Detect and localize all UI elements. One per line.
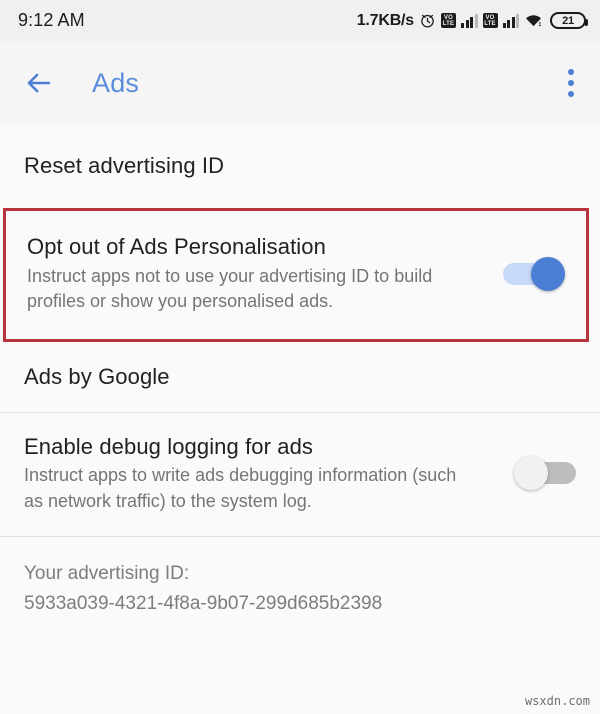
- advertising-id-value: 5933a039-4321-4f8a-9b07-299d685b2398: [24, 592, 383, 614]
- signal-strength-sim1-icon: [461, 13, 478, 28]
- setting-opt-out-ads-personalisation[interactable]: Opt out of Ads Personalisation Instruct …: [27, 233, 565, 315]
- settings-list: Reset advertising ID Opt out of Ads Pers…: [0, 125, 600, 639]
- volte-sim1-bottom: LTE: [442, 20, 455, 27]
- overflow-menu-icon[interactable]: [562, 61, 580, 105]
- battery-icon: 21: [550, 12, 588, 29]
- volte-sim1-icon: VO LTE: [441, 13, 456, 28]
- alarm-clock-icon: [421, 14, 434, 28]
- setting-text-block: Ads by Google: [24, 363, 576, 391]
- watermark: wsxdn.com: [524, 694, 590, 708]
- setting-text-block: Enable debug logging for ads Instruct ap…: [24, 433, 496, 515]
- setting-enable-debug-logging[interactable]: Enable debug logging for ads Instruct ap…: [0, 412, 600, 537]
- setting-summary: Instruct apps not to use your advertisin…: [27, 265, 433, 312]
- page-title: Ads: [92, 67, 140, 98]
- setting-text-block: Opt out of Ads Personalisation Instruct …: [27, 233, 485, 315]
- setting-summary: Instruct apps to write ads debugging inf…: [24, 465, 457, 511]
- advertising-id-label: Your advertising ID:: [24, 563, 190, 585]
- toggle-opt-out-ads-personalisation[interactable]: [503, 256, 565, 291]
- setting-ads-by-google[interactable]: Ads by Google: [0, 341, 600, 412]
- advertising-id-block: Your advertising ID: 5933a039-4321-4f8a-…: [0, 537, 600, 639]
- highlight-box-opt-out: Opt out of Ads Personalisation Instruct …: [3, 208, 589, 342]
- network-speed-indicator: 1.7KB/s: [356, 11, 414, 29]
- wifi-icon: [526, 15, 541, 27]
- app-bar: Ads: [0, 41, 600, 131]
- signal-strength-sim2-icon: [502, 13, 519, 28]
- toggle-enable-debug-logging[interactable]: [514, 456, 576, 491]
- setting-title: Opt out of Ads Personalisation: [27, 234, 326, 259]
- volte-sim2-bottom: LTE: [484, 20, 496, 27]
- setting-reset-advertising-id[interactable]: Reset advertising ID: [0, 125, 600, 207]
- setting-title: Enable debug logging for ads: [24, 433, 314, 459]
- battery-level-label: 21: [562, 14, 574, 27]
- status-icons: 1.7KB/s VO LTE VO LTE 21: [356, 11, 588, 30]
- status-clock: 9:12 AM: [18, 10, 85, 30]
- setting-text-block: Your advertising ID: 5933a039-4321-4f8a-…: [24, 559, 576, 618]
- toggle-thumb: [514, 456, 548, 491]
- back-arrow-icon[interactable]: [24, 68, 54, 98]
- setting-title: Reset advertising ID: [24, 153, 225, 179]
- volte-sim2-icon: VO LTE: [482, 13, 498, 28]
- setting-title: Ads by Google: [24, 363, 170, 389]
- status-bar: 9:12 AM 1.7KB/s VO LTE VO LTE 21: [0, 0, 600, 41]
- setting-text-block: Reset advertising ID: [24, 152, 576, 180]
- toggle-thumb: [531, 256, 565, 291]
